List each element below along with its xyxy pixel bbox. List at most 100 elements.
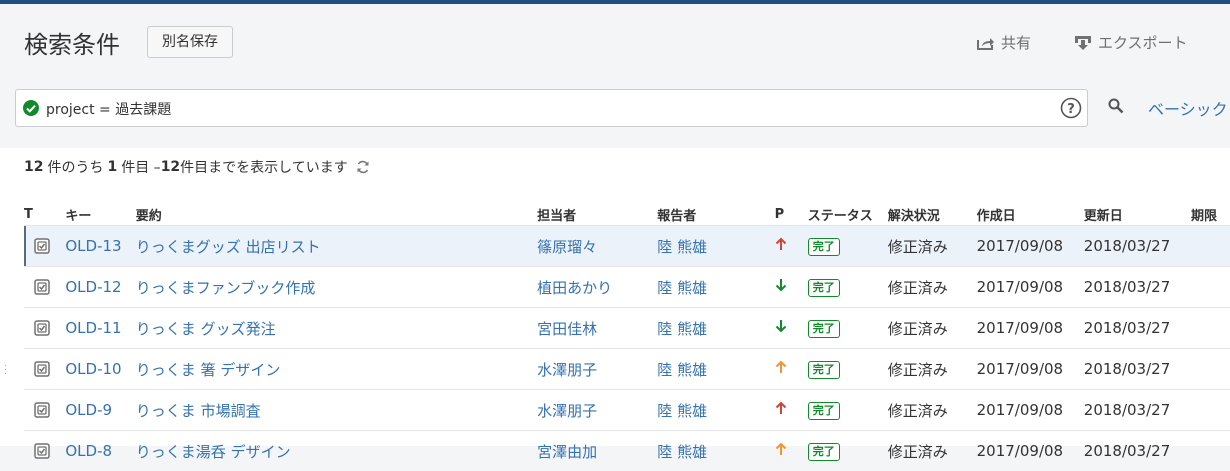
issue-summary-link[interactable]: りっくま 箸 デザイン xyxy=(136,349,537,390)
reporter-link[interactable]: 陸 熊雄 xyxy=(657,308,774,349)
priority-cell xyxy=(775,226,808,267)
updated-date: 2018/03/27 xyxy=(1084,226,1191,267)
type-cell xyxy=(24,390,65,431)
task-type-icon xyxy=(34,279,50,295)
issue-summary-link[interactable]: りっくまグッズ 出店リスト xyxy=(136,226,537,267)
status-cell: 完了 xyxy=(808,431,888,471)
resolution-cell: 修正済み xyxy=(888,431,977,471)
assignee-link[interactable]: 植田あかり xyxy=(537,267,657,308)
results-end: 12 xyxy=(161,159,180,175)
due-date xyxy=(1191,431,1230,471)
task-type-icon xyxy=(34,361,50,377)
issue-key-link[interactable]: OLD-8 xyxy=(65,431,135,471)
reporter-link[interactable]: 陸 熊雄 xyxy=(657,431,774,471)
assignee-link[interactable]: 水澤朋子 xyxy=(537,390,657,431)
results-total: 12 xyxy=(24,159,43,175)
issue-key-link[interactable]: OLD-10 xyxy=(65,349,135,390)
priority-high-icon xyxy=(775,401,787,415)
issue-key-link[interactable]: OLD-11 xyxy=(65,308,135,349)
table-row[interactable]: OLD-10 りっくま 箸 デザイン 水澤朋子 陸 熊雄 完了 修正済み 201… xyxy=(24,349,1230,390)
reporter-link[interactable]: 陸 熊雄 xyxy=(657,267,774,308)
valid-check-icon xyxy=(23,100,39,116)
results-middle: 件目 – xyxy=(121,157,160,177)
priority-cell xyxy=(775,308,808,349)
reporter-link[interactable]: 陸 熊雄 xyxy=(657,390,774,431)
created-date: 2017/09/08 xyxy=(977,349,1084,390)
created-date: 2017/09/08 xyxy=(977,431,1084,471)
due-date xyxy=(1191,267,1230,308)
col-header-resolution[interactable]: 解決状況 xyxy=(888,203,977,226)
priority-medium-icon xyxy=(775,442,787,456)
type-cell xyxy=(24,267,65,308)
issue-summary-link[interactable]: りっくま 市場調査 xyxy=(136,390,537,431)
resolution-cell: 修正済み xyxy=(888,267,977,308)
created-date: 2017/09/08 xyxy=(977,267,1084,308)
updated-date: 2018/03/27 xyxy=(1084,267,1191,308)
due-date xyxy=(1191,226,1230,267)
col-header-reporter[interactable]: 報告者 xyxy=(657,203,774,226)
help-icon[interactable]: ? xyxy=(1060,97,1082,119)
basic-search-link[interactable]: ベーシック xyxy=(1148,96,1228,120)
priority-cell xyxy=(775,390,808,431)
updated-date: 2018/03/27 xyxy=(1084,308,1191,349)
type-cell xyxy=(24,431,65,471)
status-badge: 完了 xyxy=(808,238,840,256)
export-label: エクスポート xyxy=(1098,32,1188,53)
issue-summary-link[interactable]: りっくま湯呑 デザイン xyxy=(136,431,537,471)
col-header-key[interactable]: キー xyxy=(65,203,135,226)
status-badge: 完了 xyxy=(808,402,840,420)
table-row[interactable]: OLD-8 りっくま湯呑 デザイン 宮澤由加 陸 熊雄 完了 修正済み 2017… xyxy=(24,431,1230,471)
table-row[interactable]: OLD-12 りっくまファンブック作成 植田あかり 陸 熊雄 完了 修正済み 2… xyxy=(24,267,1230,308)
status-cell: 完了 xyxy=(808,390,888,431)
col-header-assignee[interactable]: 担当者 xyxy=(537,203,657,226)
export-button[interactable]: エクスポート xyxy=(1074,32,1188,53)
drag-handle[interactable]: ··· xyxy=(4,365,7,377)
col-header-status[interactable]: ステータス xyxy=(808,203,888,226)
table-row[interactable]: OLD-11 りっくま グッズ発注 宮田佳林 陸 熊雄 完了 修正済み 2017… xyxy=(24,308,1230,349)
task-type-icon xyxy=(34,443,50,459)
issue-key-link[interactable]: OLD-13 xyxy=(65,226,135,267)
status-badge: 完了 xyxy=(808,361,840,379)
col-header-updated[interactable]: 更新日 xyxy=(1084,203,1191,226)
save-as-button[interactable]: 別名保存 xyxy=(147,26,233,58)
updated-date: 2018/03/27 xyxy=(1084,431,1191,471)
table-row[interactable]: OLD-9 りっくま 市場調査 水澤朋子 陸 熊雄 完了 修正済み 2017/0… xyxy=(24,390,1230,431)
issue-summary-link[interactable]: りっくまファンブック作成 xyxy=(136,267,537,308)
priority-high-icon xyxy=(775,237,787,251)
resolution-cell: 修正済み xyxy=(888,226,977,267)
col-header-summary[interactable]: 要約 xyxy=(136,203,537,226)
col-header-created[interactable]: 作成日 xyxy=(977,203,1084,226)
assignee-link[interactable]: 水澤朋子 xyxy=(537,349,657,390)
status-cell: 完了 xyxy=(808,308,888,349)
export-icon xyxy=(1074,35,1092,51)
issue-summary-link[interactable]: りっくま グッズ発注 xyxy=(136,308,537,349)
results-suffix: 件目までを表示しています xyxy=(180,157,348,177)
resolution-cell: 修正済み xyxy=(888,308,977,349)
issue-key-link[interactable]: OLD-9 xyxy=(65,390,135,431)
status-badge: 完了 xyxy=(808,279,840,297)
due-date xyxy=(1191,308,1230,349)
updated-date: 2018/03/27 xyxy=(1084,349,1191,390)
status-badge: 完了 xyxy=(808,320,840,338)
created-date: 2017/09/08 xyxy=(977,308,1084,349)
assignee-link[interactable]: 篠原瑠々 xyxy=(537,226,657,267)
col-header-priority[interactable]: P xyxy=(775,203,808,226)
task-type-icon xyxy=(34,320,50,336)
reporter-link[interactable]: 陸 熊雄 xyxy=(657,226,774,267)
jql-query-input[interactable]: project = 過去課題 ? xyxy=(15,89,1088,127)
refresh-icon[interactable] xyxy=(356,160,370,174)
table-row[interactable]: OLD-13 りっくまグッズ 出店リスト 篠原瑠々 陸 熊雄 完了 修正済み 2… xyxy=(24,226,1230,267)
issue-key-link[interactable]: OLD-12 xyxy=(65,267,135,308)
reporter-link[interactable]: 陸 熊雄 xyxy=(657,349,774,390)
col-header-type[interactable]: T xyxy=(24,203,65,226)
assignee-link[interactable]: 宮澤由加 xyxy=(537,431,657,471)
jql-query-text: project = 過去課題 xyxy=(46,99,171,119)
results-count: 12 件のうち 1 件目 – 12 件目までを表示しています xyxy=(24,157,370,177)
col-header-due[interactable]: 期限 xyxy=(1191,203,1230,226)
share-button[interactable]: 共有 xyxy=(977,32,1031,53)
search-icon[interactable] xyxy=(1108,98,1124,114)
page-title: 検索条件 xyxy=(24,25,120,60)
assignee-link[interactable]: 宮田佳林 xyxy=(537,308,657,349)
priority-low-icon xyxy=(775,278,787,292)
priority-cell xyxy=(775,267,808,308)
